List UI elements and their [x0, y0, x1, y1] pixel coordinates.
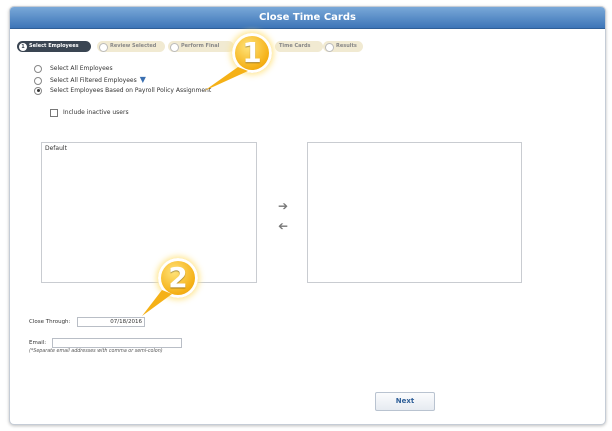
email-input[interactable]	[52, 338, 182, 348]
include-inactive-checkbox[interactable]	[50, 108, 58, 117]
step-review-selected[interactable]: Review Selected	[97, 41, 165, 52]
step-label: Perform Final	[181, 43, 220, 49]
include-inactive-option[interactable]: Include inactive users	[50, 108, 129, 118]
radio-filtered-employees[interactable]	[34, 76, 42, 85]
step-select-employees[interactable]: 1 Select Employees	[17, 41, 91, 52]
step-time-cards[interactable]: Time Cards	[275, 41, 323, 52]
window-title: Close Time Cards	[10, 7, 605, 29]
email-label: Email:	[29, 340, 47, 346]
step-label: Select Employees	[29, 43, 79, 49]
option-policy-assignment[interactable]: Select Employees Based on Payroll Policy…	[34, 86, 211, 96]
available-policies-list[interactable]: Default	[41, 142, 257, 283]
close-through-date-input[interactable]: 07/18/2016	[77, 317, 145, 327]
option-filtered-employees[interactable]: Select All Filtered Employees ▼	[34, 75, 146, 85]
step-circle-icon	[99, 42, 108, 52]
next-button[interactable]: Next	[375, 392, 435, 411]
option-all-employees[interactable]: Select All Employees	[34, 64, 113, 74]
list-item[interactable]: Default	[42, 143, 256, 154]
arrow-left-icon[interactable]: ➔	[274, 219, 292, 233]
option-label: Select Employees Based on Payroll Policy…	[50, 87, 212, 94]
arrow-right-icon[interactable]: ➔	[274, 200, 292, 212]
step-results[interactable]: Results	[323, 41, 363, 52]
step-label: Time Cards	[279, 43, 311, 49]
selected-policies-list[interactable]	[307, 142, 522, 283]
include-inactive-label: Include inactive users	[63, 109, 129, 116]
radio-all-employees[interactable]	[34, 64, 42, 73]
close-through-label: Close Through:	[29, 319, 71, 325]
filter-icon[interactable]: ▼	[140, 75, 146, 84]
step-circle-icon	[170, 42, 179, 52]
step-number: 1	[19, 42, 27, 51]
step-circle-icon	[325, 42, 334, 52]
email-hint: (*Separate email addresses with comma or…	[29, 349, 163, 354]
step-label: Results	[336, 43, 357, 49]
close-time-cards-window: Close Time Cards 1 Select Employees Revie…	[9, 6, 606, 425]
radio-policy-assignment[interactable]	[34, 86, 42, 95]
step-perform-final[interactable]: Perform Final	[168, 41, 234, 52]
option-label: Select All Employees	[50, 65, 113, 72]
callout-pointer-1	[204, 67, 248, 91]
callout-pointer-2	[142, 290, 172, 316]
option-label: Select All Filtered Employees	[50, 77, 137, 84]
step-label: Review Selected	[110, 43, 157, 49]
